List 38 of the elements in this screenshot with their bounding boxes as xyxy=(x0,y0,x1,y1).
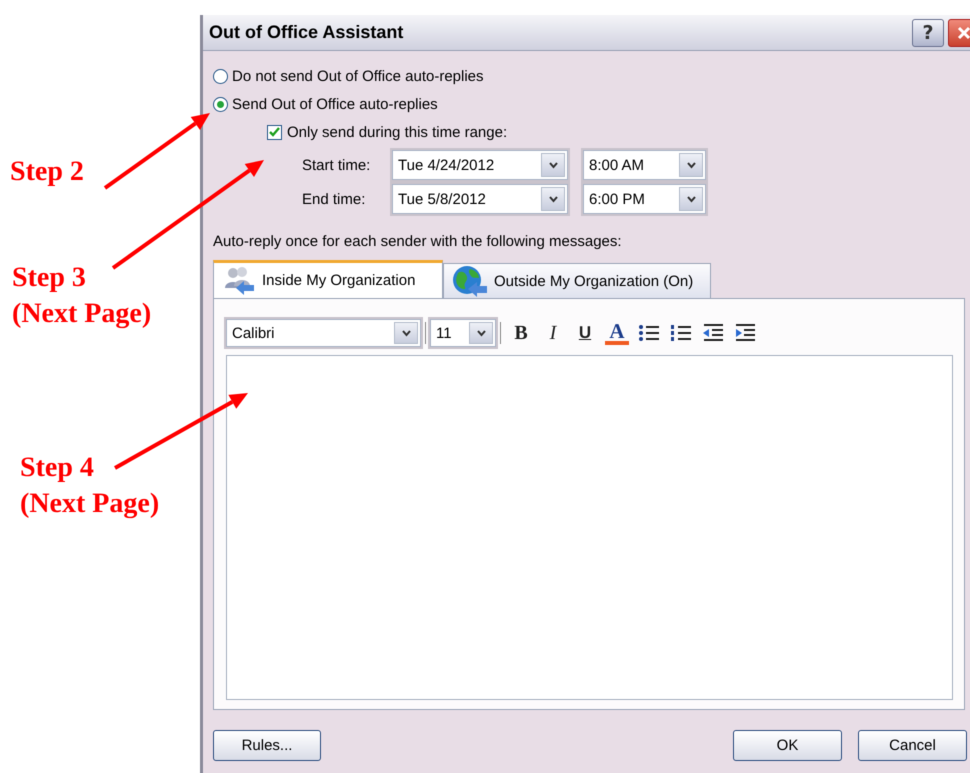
tab[interactable]: Outside My Organization (On) xyxy=(443,263,711,298)
dropdown[interactable]: 6:00 PM xyxy=(583,184,706,214)
indent-icon xyxy=(734,323,756,343)
people-icon xyxy=(222,266,256,296)
checkbox-label: Only send during this time range: xyxy=(287,124,508,140)
numbered-list-icon xyxy=(670,323,692,343)
dropdown[interactable]: Tue 5/8/2012 xyxy=(392,184,568,214)
dropdown[interactable]: 8:00 AM xyxy=(583,150,706,180)
radio-button[interactable] xyxy=(213,96,228,112)
underline-button[interactable]: U xyxy=(569,320,601,346)
dialog-button[interactable]: Rules... xyxy=(213,730,321,761)
radio-button[interactable] xyxy=(213,68,228,84)
dialog-button[interactable]: Cancel xyxy=(858,730,967,761)
step-label: Step 4 xyxy=(20,451,95,485)
checkbox[interactable] xyxy=(267,124,282,140)
step-label: (Next Page) xyxy=(20,487,160,521)
globe-icon xyxy=(452,265,488,297)
tab[interactable]: Inside My Organization xyxy=(213,260,443,298)
italic-button[interactable]: I xyxy=(537,320,569,346)
dropdown[interactable]: 11 xyxy=(430,319,496,347)
dialog-button[interactable]: OK xyxy=(733,730,842,761)
step-label: (Next Page) xyxy=(12,297,152,331)
radio-label: Send Out of Office auto-replies xyxy=(232,96,438,112)
window-title: Out of Office Assistant xyxy=(209,22,404,43)
step-label: Step 2 xyxy=(10,155,84,189)
font-color-button[interactable]: A xyxy=(605,321,629,345)
field-label: Start time: xyxy=(302,156,372,174)
step-label: Step 3 xyxy=(12,261,87,295)
field-label: End time: xyxy=(302,190,366,208)
help-button[interactable]: ? xyxy=(912,18,944,46)
instruction-text: Auto-reply once for each sender with the following messages: xyxy=(213,233,623,250)
dropdown[interactable]: Tue 4/24/2012 xyxy=(392,150,568,180)
bullet-list-icon xyxy=(638,323,660,343)
close-icon xyxy=(957,26,970,40)
bold-button[interactable]: B xyxy=(505,320,537,346)
dropdown[interactable]: Calibri xyxy=(226,319,421,347)
radio-label: Do not send Out of Office auto-replies xyxy=(232,68,484,84)
outdent-icon xyxy=(702,323,724,343)
